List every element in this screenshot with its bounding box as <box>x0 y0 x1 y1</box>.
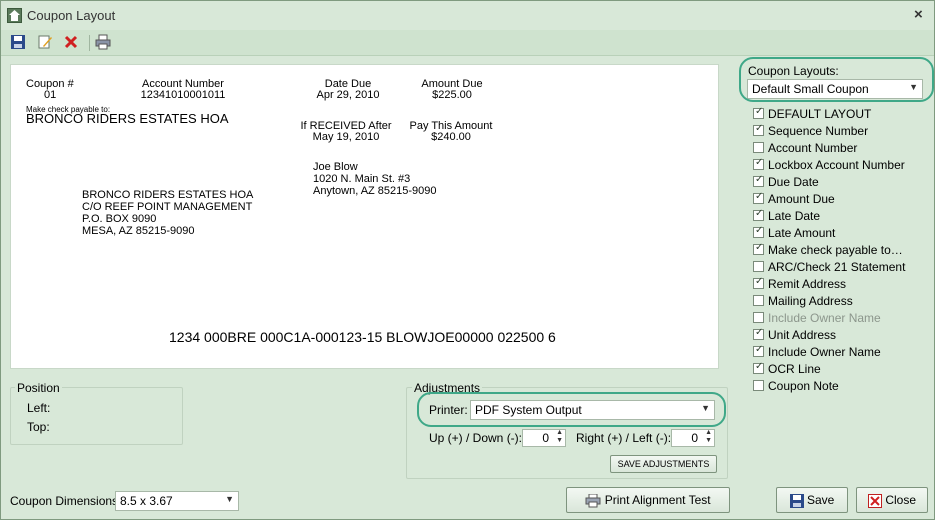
layout-option-label: Late Amount <box>768 226 836 240</box>
layout-option-label: Include Owner Name <box>768 345 881 359</box>
layout-option-label: Make check payable to… <box>768 243 903 257</box>
owner-city: Anytown, AZ 85215-9090 <box>313 185 437 197</box>
save-icon[interactable] <box>10 34 28 52</box>
save-icon <box>789 493 804 508</box>
edit-icon[interactable] <box>37 34 55 52</box>
rightleft-label: Right (+) / Left (-): <box>576 431 672 445</box>
coupon-layout-window: Coupon Layout × Coupon # 01 Account Numb… <box>0 0 935 520</box>
coupon-number: 01 <box>44 89 57 101</box>
amount-due: $225.00 <box>432 89 472 101</box>
position-left-label: Left: <box>27 401 51 415</box>
checkbox[interactable] <box>753 157 764 170</box>
layout-option-label: Amount Due <box>768 192 835 206</box>
dimensions-label: Coupon Dimensions: <box>10 494 122 508</box>
date-due: Apr 29, 2010 <box>316 89 380 101</box>
owner-name: Joe Blow <box>313 161 358 173</box>
layout-option-label: Late Date <box>768 209 821 223</box>
ocr-line: 1234 000BRE 000C1A-000123-15 BLOWJOE0000… <box>169 329 556 345</box>
delete-icon[interactable] <box>63 34 81 52</box>
checkbox[interactable] <box>753 295 764 306</box>
close-window-icon[interactable]: × <box>914 6 923 23</box>
rightleft-stepper[interactable]: 0 ▲ ▼ <box>671 429 715 447</box>
checkbox[interactable] <box>753 242 764 255</box>
remit-line-3: P.O. BOX 9090 <box>82 213 157 225</box>
coupon-preview: Coupon # 01 Account Number 1234101000101… <box>10 64 719 369</box>
updown-stepper[interactable]: 0 ▲ ▼ <box>522 429 566 447</box>
layouts-highlight <box>739 57 934 102</box>
layout-option-label: Due Date <box>768 175 819 189</box>
close-icon <box>867 493 882 508</box>
checkbox[interactable] <box>753 142 764 153</box>
spin-arrows-icon[interactable]: ▲ ▼ <box>556 429 563 445</box>
checkbox[interactable] <box>753 261 764 272</box>
save-adjustments-button[interactable]: SAVE ADJUSTMENTS <box>610 455 717 473</box>
dimensions-select[interactable]: 8.5 x 3.67 ▼ <box>115 491 239 511</box>
pay-amount: $240.00 <box>431 131 471 143</box>
remit-line-2: C/O REEF POINT MANAGEMENT <box>82 201 253 213</box>
close-button[interactable]: Close <box>856 487 928 513</box>
window-title: Coupon Layout <box>27 8 116 23</box>
toolbar <box>1 30 934 56</box>
layout-option-label: Account Number <box>768 141 858 155</box>
position-title: Position <box>15 381 62 395</box>
print-alignment-label: Print Alignment Test <box>604 493 711 507</box>
layout-option-label: Lockbox Account Number <box>768 158 905 172</box>
toolbar-separator <box>89 35 90 51</box>
checkbox <box>753 312 764 323</box>
layout-option-label: Mailing Address <box>768 294 853 308</box>
checkbox[interactable] <box>753 208 764 221</box>
checkbox[interactable] <box>753 344 764 357</box>
remit-line-1: BRONCO RIDERS ESTATES HOA <box>82 189 254 201</box>
layout-option-label: Coupon Note <box>768 379 839 393</box>
title-bar: Coupon Layout × <box>1 1 934 30</box>
owner-street: 1020 N. Main St. #3 <box>313 173 411 185</box>
spin-arrows-icon[interactable]: ▲ ▼ <box>705 429 712 445</box>
printer-highlight <box>417 392 726 427</box>
layout-option-label: Remit Address <box>768 277 847 291</box>
print-alignment-button[interactable]: Print Alignment Test <box>566 487 730 513</box>
chevron-down-icon: ▼ <box>225 494 234 504</box>
layout-option-label: Unit Address <box>768 328 837 342</box>
checkbox[interactable] <box>753 225 764 238</box>
save-button[interactable]: Save <box>776 487 848 513</box>
layout-option-label: Sequence Number <box>768 124 869 138</box>
received-after: May 19, 2010 <box>312 131 380 143</box>
checkbox[interactable] <box>753 276 764 289</box>
printer-icon <box>585 493 601 508</box>
checkbox[interactable] <box>753 174 764 187</box>
checkbox[interactable] <box>753 327 764 340</box>
checkbox[interactable] <box>753 380 764 391</box>
checkbox[interactable] <box>753 361 764 374</box>
updown-value: 0 <box>542 431 549 445</box>
save-label: Save <box>806 493 835 507</box>
home-icon <box>7 8 22 23</box>
layout-option-label: OCR Line <box>768 362 821 376</box>
payable-to: BRONCO RIDERS ESTATES HOA <box>26 111 229 126</box>
dimensions-value: 8.5 x 3.67 <box>120 494 173 508</box>
layout-option-label: Include Owner Name <box>768 311 881 325</box>
layout-option-label: DEFAULT LAYOUT <box>768 107 872 121</box>
position-top-label: Top: <box>27 420 50 434</box>
rightleft-value: 0 <box>691 431 698 445</box>
updown-label: Up (+) / Down (-): <box>429 431 523 445</box>
layout-option-label: ARC/Check 21 Statement <box>768 260 906 274</box>
account-number: 12341010001011 <box>140 89 226 101</box>
position-group <box>10 387 183 445</box>
checkbox[interactable] <box>753 106 764 119</box>
print-icon[interactable] <box>95 34 113 52</box>
checkbox[interactable] <box>753 191 764 204</box>
remit-line-4: MESA, AZ 85215-9090 <box>82 225 195 237</box>
checkbox[interactable] <box>753 123 764 136</box>
close-label: Close <box>885 493 917 507</box>
